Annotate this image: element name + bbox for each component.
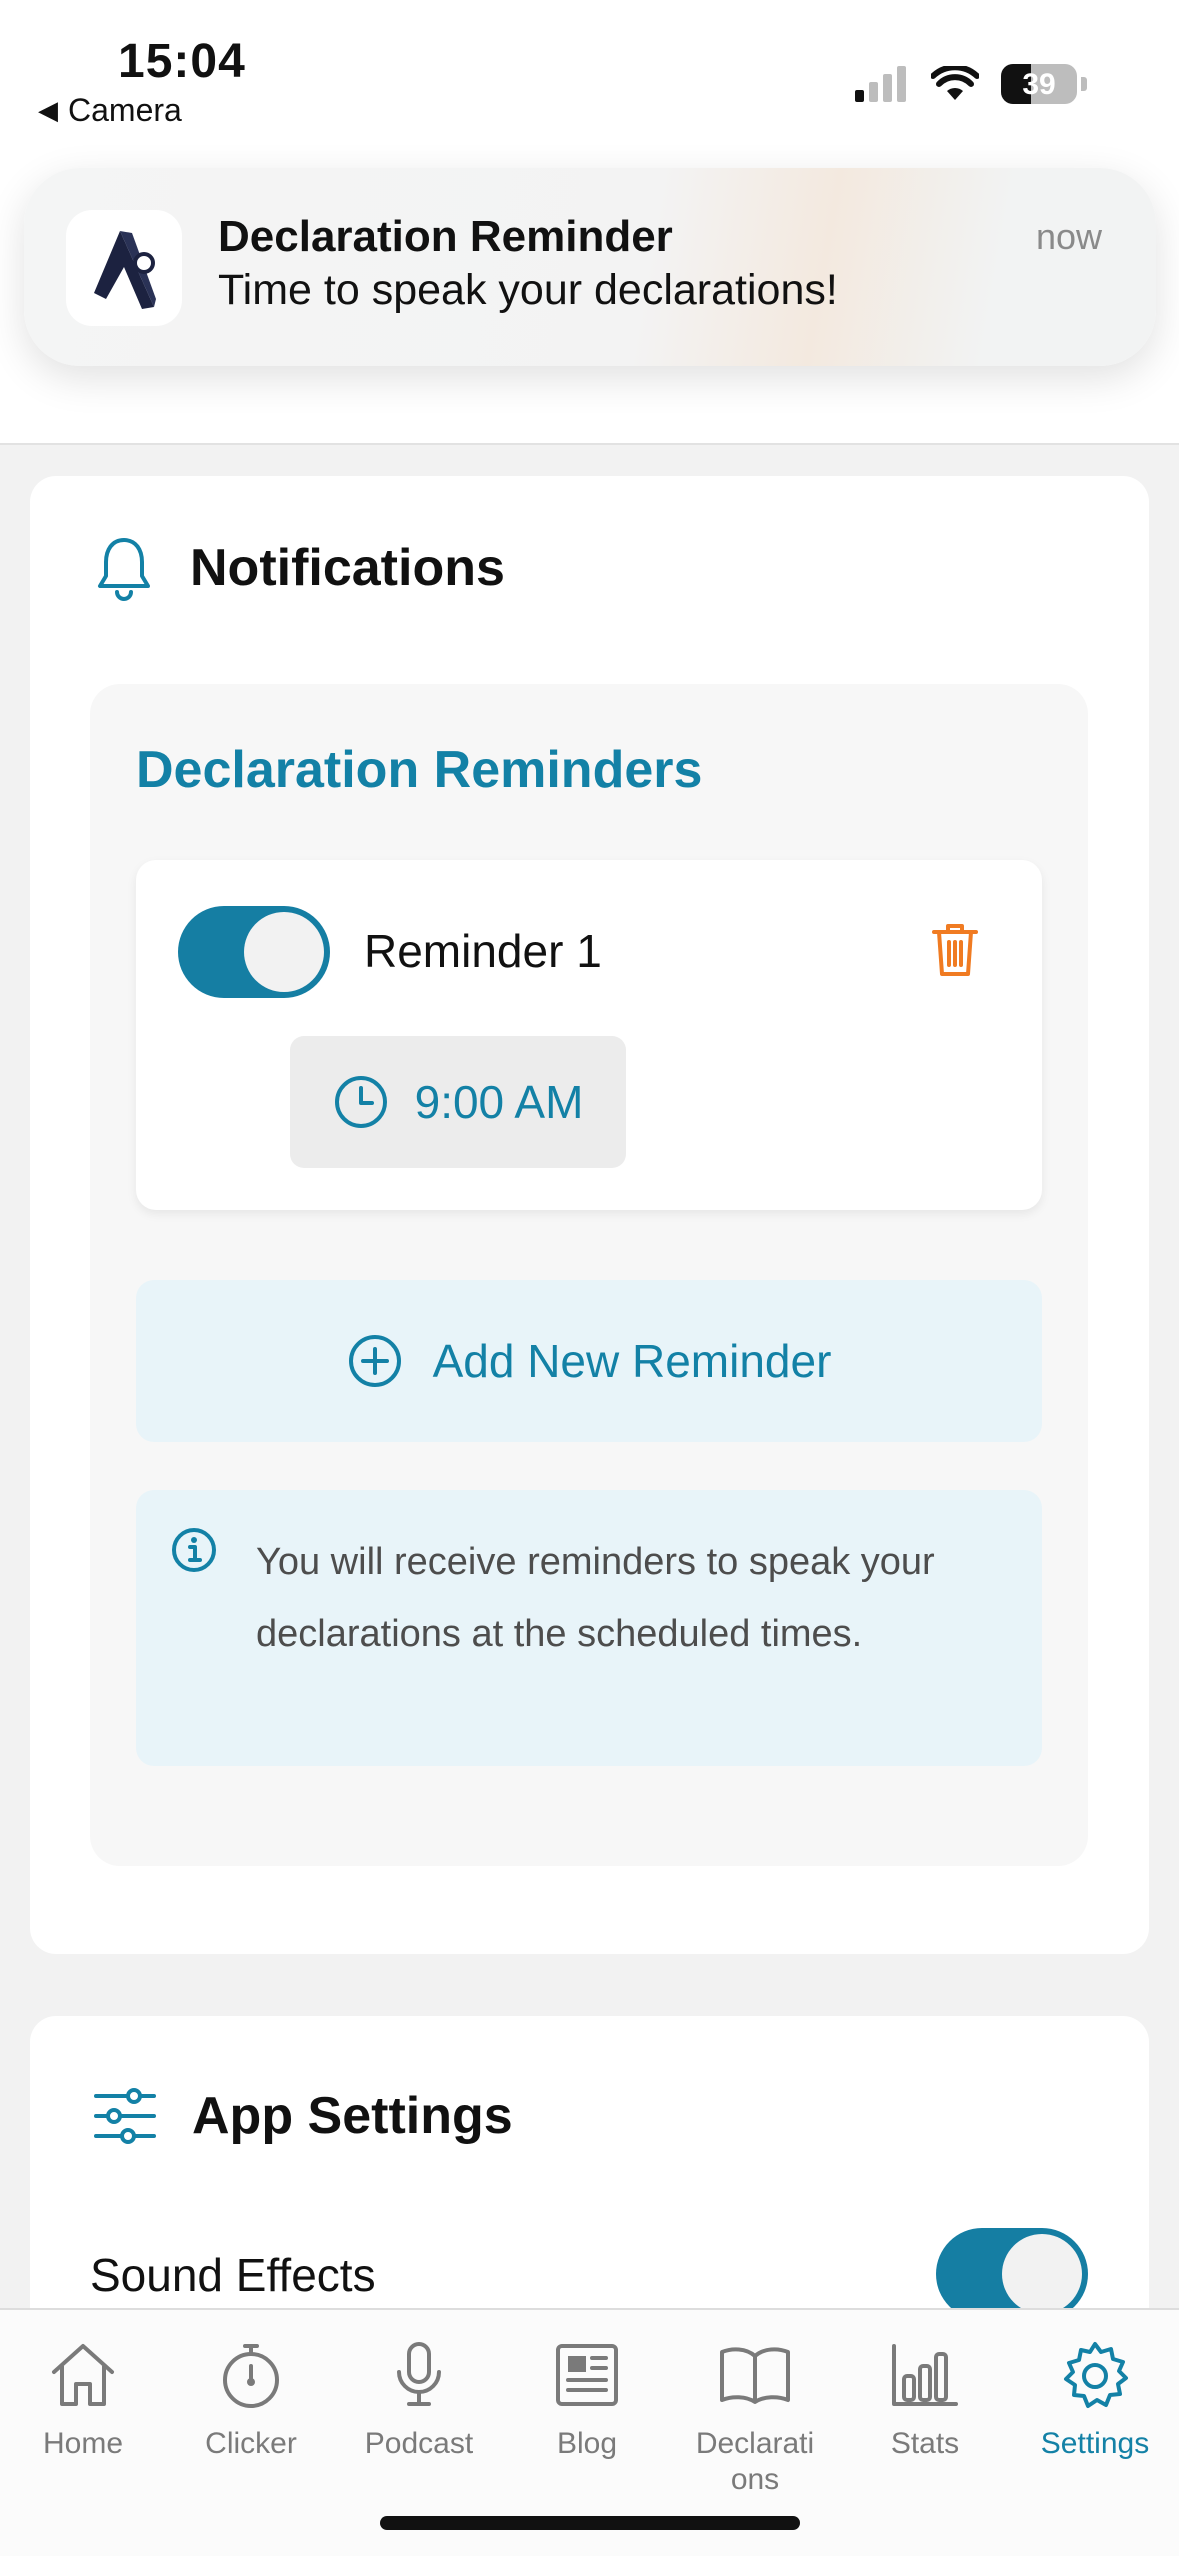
newspaper-icon: [556, 2344, 618, 2406]
app-settings-header: App Settings: [94, 2086, 513, 2146]
battery-level: 39: [1022, 68, 1056, 101]
home-indicator[interactable]: [380, 2516, 800, 2530]
sound-effects-toggle[interactable]: [936, 2228, 1088, 2320]
notification-banner[interactable]: Declaration Reminder Time to speak your …: [24, 168, 1156, 366]
reminder-item: Reminder 1 9:00 AM: [136, 860, 1042, 1210]
bell-icon: [98, 538, 150, 601]
tab-settings[interactable]: Settings: [1020, 2336, 1170, 2462]
tab-label: Stats: [890, 2427, 960, 2460]
declaration-reminders-section: Declaration Reminders Reminder 1 9:00 AM: [90, 684, 1088, 1866]
notifications-card: Notifications Declaration Reminders Remi…: [30, 476, 1149, 1954]
status-icons: 39: [855, 64, 1087, 104]
info-text: You will receive reminders to speak your…: [256, 1541, 935, 1655]
tab-label: Podcast: [364, 2427, 474, 2460]
plus-circle-icon: [348, 1335, 401, 1387]
add-new-reminder-label: Add New Reminder: [432, 1335, 832, 1387]
tab-home[interactable]: Home: [8, 2336, 158, 2462]
toggle-knob: [244, 912, 324, 992]
toggle-knob: [1002, 2234, 1082, 2314]
reminder-toggle[interactable]: [178, 906, 330, 998]
tab-stats[interactable]: Stats: [850, 2336, 1000, 2462]
tab-label: Home: [42, 2427, 124, 2460]
cellular-signal-icon: [855, 66, 906, 102]
info-icon: [172, 1528, 216, 1572]
tab-clicker[interactable]: Clicker: [176, 2336, 326, 2462]
banner-time: now: [1035, 216, 1102, 257]
stopwatch-icon: [223, 2344, 279, 2408]
notifications-header: Notifications: [94, 534, 505, 602]
banner-title: Declaration Reminder: [218, 212, 673, 261]
status-area: 15:04 ◀ Camera 39 Declaration Reminder T…: [0, 0, 1179, 445]
reminder-time: 9:00 AM: [414, 1076, 584, 1128]
book-icon: [720, 2347, 790, 2404]
status-time: 15:04: [118, 35, 246, 88]
app-settings-title: App Settings: [192, 2087, 513, 2145]
sliders-icon: [94, 2088, 156, 2144]
microphone-icon: [397, 2342, 441, 2406]
add-new-reminder-button[interactable]: Add New Reminder: [136, 1280, 1042, 1442]
wifi-icon: [931, 66, 979, 100]
declaration-reminders-title: Declaration Reminders: [136, 741, 703, 799]
app-logo-icon: [66, 210, 182, 326]
battery-tip: [1081, 77, 1087, 91]
back-label: Camera: [68, 92, 182, 128]
reminder-time-picker[interactable]: 9:00 AM: [290, 1036, 626, 1168]
info-box: You will receive reminders to speak your…: [136, 1490, 1042, 1766]
tab-declarations[interactable]: Declarati ons: [680, 2336, 830, 2498]
banner-body: Time to speak your declarations!: [218, 266, 838, 314]
bar-chart-icon: [892, 2344, 958, 2406]
back-triangle-icon: ◀: [38, 95, 58, 125]
sound-effects-label: Sound Effects: [90, 2249, 376, 2301]
tab-label: Declarati ons: [695, 2427, 815, 2496]
tab-label: Clicker: [205, 2427, 297, 2460]
notifications-title: Notifications: [190, 539, 505, 597]
trash-icon[interactable]: [932, 922, 978, 978]
tab-blog[interactable]: Blog: [512, 2336, 662, 2462]
tab-label: Blog: [556, 2427, 618, 2460]
tab-label: Settings: [1040, 2427, 1150, 2460]
reminder-label: Reminder 1: [364, 925, 602, 977]
battery-icon: 39: [1001, 64, 1077, 104]
gear-icon: [1064, 2342, 1128, 2408]
back-to-camera[interactable]: ◀ Camera: [38, 92, 182, 129]
tab-podcast[interactable]: Podcast: [344, 2336, 494, 2462]
clock-icon: [334, 1076, 387, 1128]
home-icon: [52, 2344, 114, 2406]
